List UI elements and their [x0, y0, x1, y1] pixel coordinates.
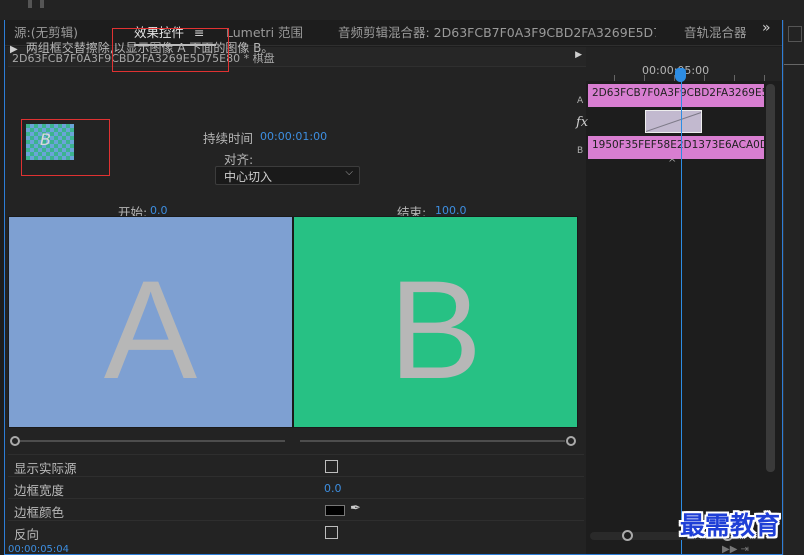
property-label: 边框宽度: [14, 483, 65, 498]
watermark-logo: 最需教育: [680, 511, 781, 540]
chevron-down-icon: ⌵: [345, 167, 353, 178]
clip-a-name: 2D63FCB7F0A3F9CBD2FA3269E5D75E80: [592, 87, 764, 99]
property-label: 边框颜色: [14, 505, 65, 520]
clip-b[interactable]: 1950F35FEF58E2D1373E6ACA0D83: [588, 136, 764, 159]
adjacent-panel-tab[interactable]: [788, 26, 802, 42]
play-preview-icon[interactable]: ▶: [10, 44, 18, 55]
fx-icon: fx: [576, 115, 589, 130]
thumbnail-glyph: B: [40, 130, 51, 149]
align-selected-value: 中心切入: [224, 170, 273, 184]
end-slider-track[interactable]: [300, 440, 565, 442]
transition-block[interactable]: [645, 110, 702, 133]
property-row-reverse: 反向: [8, 520, 584, 542]
preview-a-panel: A: [9, 217, 292, 427]
transition-description: ▶ 两组框交替擦除,以显示图像 A 下面的图像 B。: [10, 39, 273, 56]
border-color-swatch[interactable]: [325, 505, 345, 516]
show-actual-sources-checkbox[interactable]: [325, 460, 338, 473]
duration-label: 持续时间: [203, 131, 254, 146]
tab-label: 源:(无剪辑): [14, 25, 78, 40]
play-icon[interactable]: ▶: [575, 50, 582, 60]
track-b-label: B: [577, 146, 584, 156]
hamburger-menu-icon[interactable]: ≡: [194, 25, 204, 40]
eyedropper-icon[interactable]: ✒: [350, 501, 361, 516]
vertical-scrollbar[interactable]: [766, 84, 775, 472]
track-a-label: A: [577, 96, 584, 106]
adjacent-panel-strip: [783, 20, 804, 555]
current-time-display[interactable]: 00:00:05:04: [8, 544, 69, 555]
transition-diagonal: [646, 111, 701, 132]
property-label: 反向: [14, 527, 40, 542]
property-row-border-width: 边框宽度 0.0: [8, 476, 584, 498]
preview-b-panel: B: [294, 217, 577, 427]
preview-b-letter: B: [388, 251, 483, 408]
description-text: 两组框交替擦除,以显示图像 A 下面的图像 B。: [25, 41, 274, 55]
transition-thumbnail: B: [26, 124, 74, 160]
tab-audio-track-mixer[interactable]: 音轨混合器: [684, 20, 746, 46]
end-slider-knob[interactable]: [566, 436, 576, 446]
playhead-line[interactable]: [681, 68, 682, 555]
tab-label: 音频剪辑混合器: 2D63FCB7F0A3F9CBD2FA3269E5D75E8…: [338, 25, 656, 40]
property-row-show-actual-sources: 显示实际源: [8, 454, 584, 476]
toolbar-fragment-icon: [28, 0, 32, 8]
timeline-footer-icons[interactable]: ▶▶ ⇥: [722, 544, 749, 555]
property-label: 显示实际源: [14, 461, 77, 476]
tab-overflow-button[interactable]: »: [762, 20, 771, 36]
clip-a[interactable]: 2D63FCB7F0A3F9CBD2FA3269E5D75E80: [588, 84, 764, 107]
start-slider-track[interactable]: [20, 440, 285, 442]
align-dropdown[interactable]: 中心切入 ⌵: [215, 166, 360, 185]
ruler-tick: [764, 75, 765, 81]
reverse-checkbox[interactable]: [325, 526, 338, 539]
start-slider-knob[interactable]: [10, 436, 20, 446]
divider: [784, 64, 804, 65]
ruler-tick: [644, 75, 645, 81]
tab-label: 音轨混合器: [684, 25, 746, 40]
zoom-knob-left[interactable]: [622, 530, 633, 541]
tab-audio-clip-mixer[interactable]: 音频剪辑混合器: 2D63FCB7F0A3F9CBD2FA3269E5D75E8…: [338, 20, 656, 46]
duration-value[interactable]: 00:00:01:00: [260, 130, 327, 143]
window-top-strip: [0, 0, 804, 20]
caret-up-icon: ^: [668, 158, 677, 169]
toolbar-fragment-icon: [40, 0, 44, 8]
ruler-tick: [614, 75, 615, 81]
tab-label: Lumetri 范围: [226, 25, 304, 40]
property-row-border-color: 边框颜色 ✒: [8, 498, 584, 520]
ruler-tick: [704, 75, 705, 81]
preview-a-letter: A: [103, 251, 198, 408]
clip-b-name: 1950F35FEF58E2D1373E6ACA0D83: [592, 139, 764, 151]
ruler-tick: [734, 75, 735, 81]
tab-label: 效果控件: [134, 25, 185, 40]
border-width-value[interactable]: 0.0: [324, 482, 342, 495]
timeline-ruler[interactable]: 00:00:05:00: [586, 47, 782, 82]
